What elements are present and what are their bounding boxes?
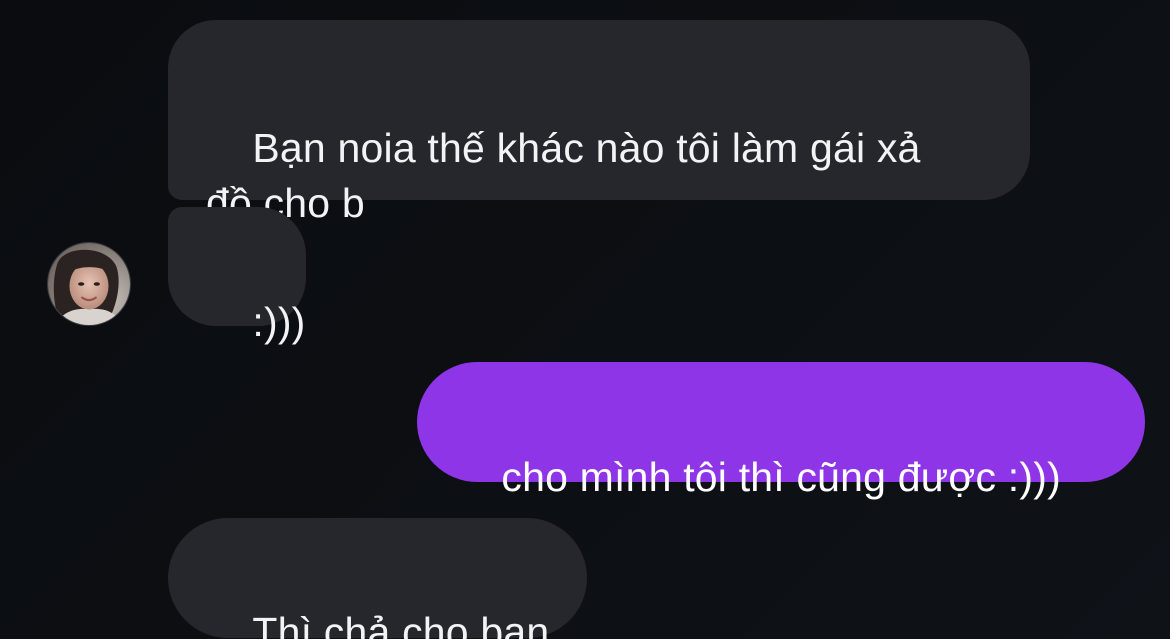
incoming-message-bubble[interactable]: Bạn noia thế khác nào tôi làm gái xả đồ … bbox=[168, 20, 1030, 226]
profile-photo-icon bbox=[48, 243, 130, 325]
incoming-message-bubble[interactable]: Thì chả cho bạn bbox=[168, 518, 587, 639]
message-text: cho mình tôi thì cũng được :))) bbox=[501, 454, 1061, 500]
chat-thread: Bạn noia thế khác nào tôi làm gái xả đồ … bbox=[0, 0, 1170, 639]
message-text: :))) bbox=[252, 299, 306, 345]
outgoing-message-bubble[interactable]: cho mình tôi thì cũng được :))) bbox=[417, 362, 1145, 500]
incoming-message-bubble[interactable]: :))) bbox=[168, 207, 306, 345]
message-text: Bạn noia thế khác nào tôi làm gái xả đồ … bbox=[206, 125, 921, 226]
contact-avatar[interactable] bbox=[47, 242, 131, 326]
message-text: Thì chả cho bạn bbox=[252, 609, 550, 639]
